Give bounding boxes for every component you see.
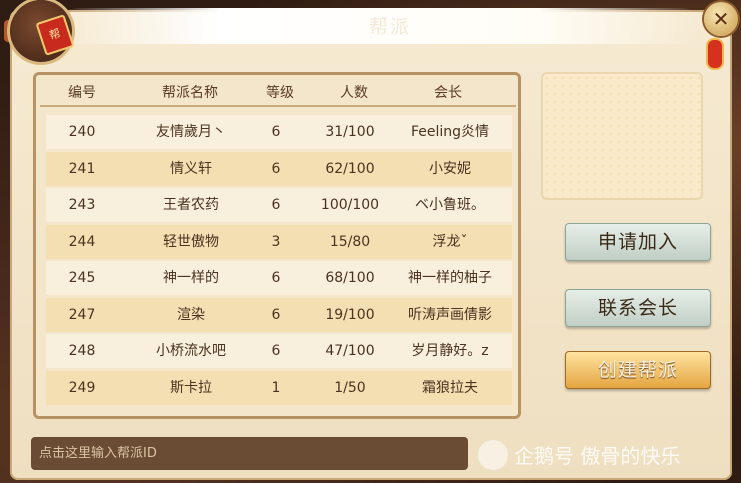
guild-members-cell: 47/100 (325, 343, 375, 359)
guild-members-cell: 19/100 (325, 306, 375, 323)
guild-members-cell: 15/80 (329, 233, 371, 250)
window-title: 帮派 (368, 16, 411, 38)
guild-id-cell: 249 (68, 379, 96, 396)
guild-level-cell: 3 (271, 233, 281, 250)
guild-row[interactable]: 240 友情歲月丶 6 31/100 Feeling炎情 (46, 115, 512, 149)
guild-id-cell: 241 (68, 160, 96, 177)
guild-row[interactable]: 245 神一样的 6 68/100 神一样的柚子 (46, 261, 512, 295)
guild-id-cell: 244 (68, 233, 96, 250)
watermark-text: 企鹅号 傲骨的快乐 (514, 444, 681, 468)
guild-row[interactable]: 244 轻世傲物 3 15/80 浮龙ˇ (46, 224, 512, 259)
guild-level-cell: 6 (271, 197, 281, 213)
create-guild-button[interactable]: 创建帮派 (565, 351, 711, 389)
guild-id-cell: 248 (68, 343, 96, 359)
guild-level-cell: 6 (271, 270, 281, 286)
header-level: 等级 (266, 85, 294, 101)
guild-name-cell: 轻世傲物 (163, 233, 219, 250)
guild-leader-cell: Feeling炎情 (410, 124, 490, 140)
guild-list: 编号 帮派名称 等级 人数 会长 240 友情歲月丶 6 31/100 Feeling炎… (33, 72, 521, 419)
guild-members-cell: 31/100 (325, 124, 375, 140)
guild-row[interactable]: 243 王者农药 6 100/100 ベ小鲁班。 (46, 188, 512, 222)
guild-leader-cell: ベ小鲁班。 (415, 197, 485, 213)
guild-leader-cell: 听涛声画倩影 (408, 306, 492, 323)
guild-id-cell: 245 (68, 270, 96, 286)
guild-members-cell: 1/50 (334, 379, 366, 396)
close-button[interactable]: ✕ (704, 2, 738, 36)
guild-name-cell: 渲染 (177, 306, 205, 323)
contact-leader-button[interactable]: 联系会长 (565, 289, 711, 327)
header-id: 编号 (68, 85, 96, 101)
guild-members-cell: 68/100 (325, 270, 375, 286)
guild-id-cell: 247 (68, 306, 96, 323)
guild-members-cell: 100/100 (320, 197, 380, 213)
guild-leader-cell: 神一样的柚子 (408, 270, 492, 286)
guild-leader-cell: 小安妮 (429, 160, 471, 177)
guild-level-cell: 6 (271, 124, 281, 140)
guild-id-cell: 243 (68, 197, 96, 213)
apply-join-button[interactable]: 申请加入 (565, 223, 711, 261)
penguin-icon (478, 440, 508, 470)
lantern-decoration (708, 40, 722, 68)
guild-row[interactable]: 248 小桥流水吧 6 47/100 岁月静好。z (46, 334, 512, 368)
guild-list-header: 编号 帮派名称 等级 人数 会长 (40, 81, 516, 107)
guild-members-cell: 62/100 (325, 160, 375, 177)
guild-leader-cell: 浮龙ˇ (432, 233, 468, 250)
watermark: 企鹅号 傲骨的快乐 (478, 440, 733, 470)
guild-leader-cell: 岁月静好。z (411, 343, 489, 359)
guild-name-cell: 小桥流水吧 (156, 343, 226, 359)
guild-emblem-panel (541, 72, 703, 200)
guild-row[interactable]: 247 渲染 6 19/100 听涛声画倩影 (46, 297, 512, 332)
close-icon[interactable]: ✕ (713, 7, 730, 31)
guild-name-cell: 情义轩 (170, 160, 212, 177)
guild-name-cell: 友情歲月丶 (156, 124, 226, 140)
guild-id-cell: 240 (68, 124, 96, 140)
guild-name-cell: 神一样的 (163, 270, 219, 286)
guild-level-cell: 1 (271, 379, 281, 396)
guild-name-cell: 王者农药 (163, 197, 219, 213)
guild-id-input[interactable] (31, 437, 468, 470)
header-name: 帮派名称 (162, 85, 218, 101)
guild-row[interactable]: 249 斯卡拉 1 1/50 霜狼拉夫 (46, 370, 512, 405)
guild-name-cell: 斯卡拉 (170, 379, 212, 396)
header-members: 人数 (340, 85, 368, 101)
guild-leader-cell: 霜狼拉夫 (422, 379, 478, 396)
header-leader: 会长 (434, 85, 462, 101)
guild-row[interactable]: 241 情义轩 6 62/100 小安妮 (46, 151, 512, 186)
guild-level-cell: 6 (271, 343, 281, 359)
guild-level-cell: 6 (271, 160, 281, 177)
guild-level-cell: 6 (271, 306, 281, 323)
guild-badge: 帮 (10, 0, 75, 62)
